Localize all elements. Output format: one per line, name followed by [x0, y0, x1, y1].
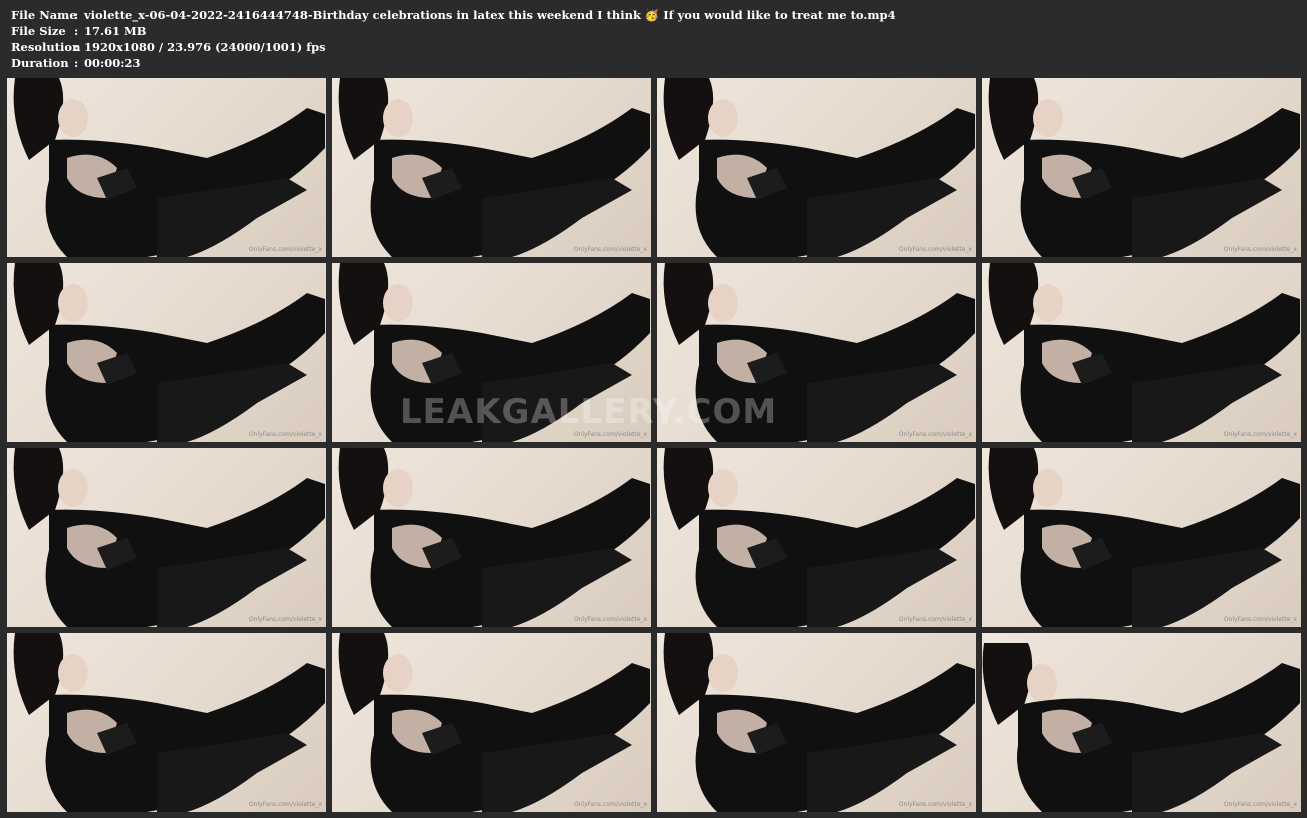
thumbnail-scene — [338, 633, 650, 812]
file-size-label: File Size — [11, 24, 66, 38]
video-thumbnail: OnlyFans.com/violette_x — [7, 448, 326, 627]
duration-label: Duration — [11, 56, 69, 70]
file-size-value: 17.61 MB — [84, 24, 147, 38]
thumbnail-watermark: OnlyFans.com/violette_x — [1223, 801, 1297, 808]
thumbnail-scene — [13, 78, 326, 257]
video-thumbnail: OnlyFans.com/violette_x — [332, 448, 651, 627]
thumbnail-scene — [338, 448, 650, 627]
thumbnail-scene — [988, 263, 1300, 442]
thumbnail-watermark: OnlyFans.com/violette_x — [898, 616, 972, 623]
thumbnail-scene — [988, 78, 1300, 257]
thumbnail-scene — [663, 263, 975, 442]
separator: : — [74, 56, 79, 70]
video-thumbnail: OnlyFans.com/violette_x — [7, 263, 326, 442]
thumbnail-watermark: OnlyFans.com/violette_x — [898, 431, 972, 438]
video-thumbnail: OnlyFans.com/violette_x — [657, 78, 976, 257]
thumbnail-scene — [338, 263, 650, 442]
thumbnail-scene — [663, 633, 975, 812]
video-thumbnail: OnlyFans.com/violette_x — [982, 448, 1301, 627]
thumbnail-watermark: OnlyFans.com/violette_x — [1223, 616, 1297, 623]
video-thumbnail: OnlyFans.com/violette_x — [982, 263, 1301, 442]
file-info: File Name : violette_x-06-04-2022-241644… — [11, 7, 896, 71]
thumbnail-watermark: OnlyFans.com/violette_x — [248, 801, 322, 808]
thumbnail-watermark: OnlyFans.com/violette_x — [573, 431, 647, 438]
video-thumbnail: OnlyFans.com/violette_x — [332, 633, 651, 812]
video-thumbnail: OnlyFans.com/violette_x — [657, 263, 976, 442]
thumbnail-watermark: OnlyFans.com/violette_x — [898, 246, 972, 253]
separator: : — [74, 24, 79, 38]
thumbnail-scene — [982, 643, 1300, 812]
video-thumbnail: OnlyFans.com/violette_x — [7, 633, 326, 812]
thumbnail-watermark: OnlyFans.com/violette_x — [248, 246, 322, 253]
thumbnail-scene — [13, 448, 326, 627]
video-thumbnail: OnlyFans.com/violette_x — [657, 448, 976, 627]
video-thumbnail: OnlyFans.com/violette_x — [332, 78, 651, 257]
thumbnail-watermark: OnlyFans.com/violette_x — [573, 246, 647, 253]
thumbnail-watermark: OnlyFans.com/violette_x — [248, 616, 322, 623]
thumbnail-scene — [13, 263, 326, 442]
resolution-label: Resolution — [11, 40, 81, 54]
separator: : — [74, 8, 79, 22]
thumbnail-watermark: OnlyFans.com/violette_x — [1223, 431, 1297, 438]
video-thumbnail: OnlyFans.com/violette_x — [332, 263, 651, 442]
thumbnail-watermark: OnlyFans.com/violette_x — [573, 801, 647, 808]
thumbnail-watermark: OnlyFans.com/violette_x — [573, 616, 647, 623]
thumbnail-scene — [663, 78, 975, 257]
contact-sheet: File Name : violette_x-06-04-2022-241644… — [0, 0, 1307, 818]
file-name-value: violette_x-06-04-2022-2416444748-Birthda… — [84, 8, 896, 22]
thumbnail-watermark: OnlyFans.com/violette_x — [248, 431, 322, 438]
video-thumbnail: OnlyFans.com/violette_x — [982, 78, 1301, 257]
video-thumbnail: OnlyFans.com/violette_x — [7, 78, 326, 257]
thumbnail-grid: OnlyFans.com/violette_x OnlyFans.com/viol… — [7, 78, 1301, 812]
thumbnail-scene — [13, 633, 326, 812]
info-row-duration: Duration : 00:00:23 — [11, 55, 896, 71]
thumbnail-scene — [663, 448, 975, 627]
thumbnail-watermark: OnlyFans.com/violette_x — [1223, 246, 1297, 253]
info-row-file-size: File Size : 17.61 MB — [11, 23, 896, 39]
duration-value: 00:00:23 — [84, 56, 141, 70]
separator: : — [74, 40, 79, 54]
thumbnail-watermark: OnlyFans.com/violette_x — [898, 801, 972, 808]
resolution-value: 1920x1080 / 23.976 (24000/1001) fps — [84, 40, 326, 54]
thumbnail-scene — [988, 448, 1300, 627]
video-thumbnail: OnlyFans.com/violette_x — [657, 633, 976, 812]
file-name-label: File Name — [11, 8, 77, 22]
info-row-file-name: File Name : violette_x-06-04-2022-241644… — [11, 7, 896, 23]
info-row-resolution: Resolution : 1920x1080 / 23.976 (24000/1… — [11, 39, 896, 55]
video-thumbnail: OnlyFans.com/violette_x — [982, 633, 1301, 812]
thumbnail-scene — [338, 78, 650, 257]
